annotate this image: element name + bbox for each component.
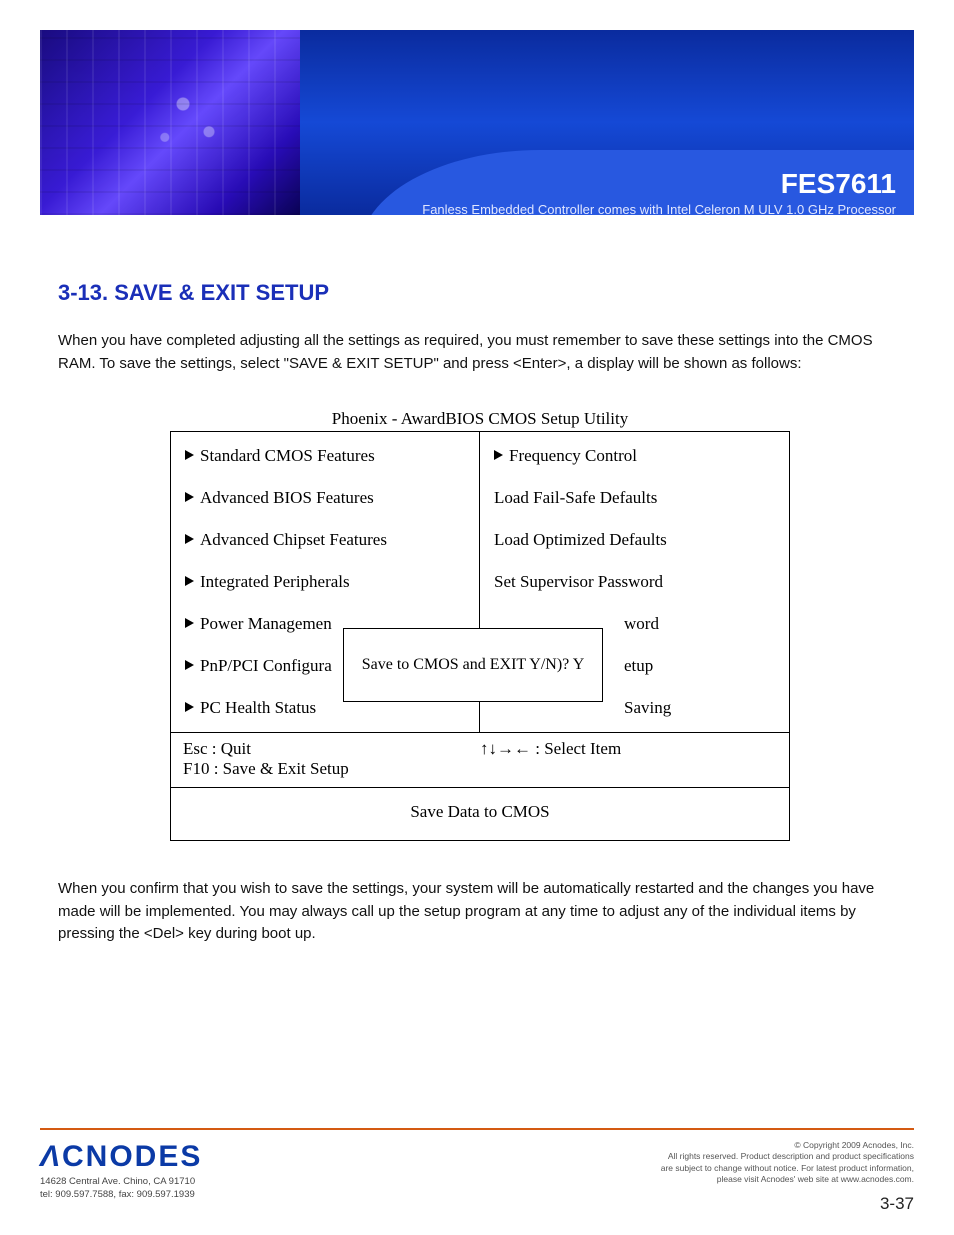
header-decorative-image [40, 30, 300, 215]
bios-item-label: Frequency Control [509, 446, 637, 465]
bios-item-label: Advanced BIOS Features [200, 488, 374, 507]
page-header-band: FES7611 Fanless Embedded Controller come… [40, 30, 914, 215]
triangle-icon [185, 660, 194, 670]
bios-item-label: Integrated Peripherals [200, 572, 350, 591]
bios-help-bar: Esc : Quit F10 : Save & Exit Setup ↑↓→← … [171, 732, 789, 787]
address-line: 14628 Central Ave. Chino, CA 91710 [40, 1176, 195, 1189]
triangle-icon [494, 450, 503, 460]
bios-item-label: Standard CMOS Features [200, 446, 375, 465]
popup-text: Save to CMOS and EXIT Y/N)? Y [362, 656, 585, 674]
footer-divider [40, 1128, 914, 1130]
bios-item-label: Load Fail-Safe Defaults [494, 488, 657, 507]
bios-figure: Phoenix - AwardBIOS CMOS Setup Utility S… [170, 408, 790, 841]
address-line: tel: 909.597.7588, fax: 909.597.1939 [40, 1189, 195, 1202]
footer-copyright: © Copyright 2009 Acnodes, Inc. All right… [661, 1140, 914, 1186]
help-esc: Esc : Quit [183, 739, 480, 759]
outro-paragraph: When you confirm that you wish to save t… [58, 878, 896, 946]
lambda-icon: Λ [40, 1140, 62, 1173]
triangle-icon [185, 576, 194, 586]
section-title: 3-13. SAVE & EXIT SETUP [58, 280, 329, 306]
bios-item-label: Power Managemen [200, 614, 332, 633]
bios-confirm-popup[interactable]: Save to CMOS and EXIT Y/N)? Y [343, 628, 603, 702]
bios-item-label: PnP/PCI Configura [200, 656, 332, 675]
triangle-icon [185, 618, 194, 628]
bios-status-bar: Save Data to CMOS [171, 787, 789, 840]
bios-item-label: Set Supervisor Password [494, 572, 663, 591]
bios-menu-item[interactable]: Integrated Peripherals [185, 572, 469, 592]
help-f10: F10 : Save & Exit Setup [183, 759, 480, 779]
bios-item-label: PC Health Status [200, 698, 316, 717]
bios-menu-item[interactable]: Frequency Control [494, 446, 779, 466]
triangle-icon [185, 492, 194, 502]
bios-menu-item[interactable]: Standard CMOS Features [185, 446, 469, 466]
bios-menu-item[interactable]: Load Fail-Safe Defaults [494, 488, 779, 508]
bios-item-label: Load Optimized Defaults [494, 530, 667, 549]
triangle-icon [185, 450, 194, 460]
help-arrows: ↑↓→← : Select Item [480, 739, 777, 779]
bios-item-label: word [624, 614, 659, 633]
bios-item-label: Saving [624, 698, 671, 717]
copy-line: All rights reserved. Product description… [661, 1151, 914, 1162]
bios-caption: Phoenix - AwardBIOS CMOS Setup Utility [170, 408, 790, 429]
triangle-icon [185, 702, 194, 712]
intro-paragraph: When you have completed adjusting all th… [58, 330, 896, 375]
bios-item-label: etup [624, 656, 653, 675]
copy-line: © Copyright 2009 Acnodes, Inc. [661, 1140, 914, 1151]
bios-item-label: Advanced Chipset Features [200, 530, 387, 549]
footer-address: 14628 Central Ave. Chino, CA 91710 tel: … [40, 1176, 195, 1202]
footer-logo: ΛCNODES [40, 1140, 202, 1174]
bios-menu-item[interactable]: Advanced Chipset Features [185, 530, 469, 550]
product-model: FES7611 [781, 168, 896, 200]
copy-line: please visit Acnodes' web site at www.ac… [661, 1174, 914, 1185]
bios-menu-item[interactable]: Load Optimized Defaults [494, 530, 779, 550]
bios-menu-item[interactable]: Advanced BIOS Features [185, 488, 469, 508]
page-number: 3-37 [880, 1194, 914, 1214]
copy-line: are subject to change without notice. Fo… [661, 1163, 914, 1174]
bios-box: Standard CMOS Features Advanced BIOS Fea… [170, 431, 790, 841]
triangle-icon [185, 534, 194, 544]
product-subtitle: Fanless Embedded Controller comes with I… [422, 202, 896, 215]
footer-logo-text: CNODES [62, 1140, 202, 1173]
bios-menu-item[interactable]: Set Supervisor Password [494, 572, 779, 592]
